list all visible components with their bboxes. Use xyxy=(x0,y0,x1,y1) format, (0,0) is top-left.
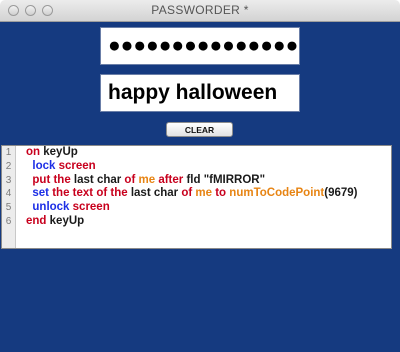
code-area[interactable]: on keyUp lock screen put the last char o… xyxy=(26,146,391,229)
line-number: 4 xyxy=(5,188,12,200)
line-number: 6 xyxy=(5,215,12,227)
line-number: 3 xyxy=(5,174,12,186)
code-token: me xyxy=(135,173,156,186)
code-token: screen xyxy=(55,159,96,172)
code-token: fld "fMIRROR" xyxy=(183,173,266,186)
code-token: to xyxy=(212,187,227,200)
line-number: 5 xyxy=(5,202,12,214)
code-token: of xyxy=(121,173,136,186)
code-token: text xyxy=(69,187,94,200)
code-token: of xyxy=(178,187,193,200)
code-token: screen xyxy=(69,201,110,214)
code-token: last char xyxy=(127,187,179,200)
code-line[interactable]: unlock screen xyxy=(26,201,391,215)
code-token: set xyxy=(26,187,50,200)
code-token: put xyxy=(26,173,51,186)
script-editor[interactable]: 1 2 3 4 56 on keyUp lock screen put the last… xyxy=(1,145,392,249)
code-token: the xyxy=(107,187,128,200)
code-token: numToCodePoint xyxy=(226,187,325,200)
window-title: PASSWORDER * xyxy=(151,3,249,17)
clear-button[interactable]: CLEAR xyxy=(166,122,233,137)
card-background: ●●●●●●●●●●●●●●● happy halloween CLEAR 1 2… xyxy=(0,22,400,352)
code-token: after xyxy=(155,173,184,186)
code-token: last char xyxy=(70,173,122,186)
code-token: unlock xyxy=(26,201,70,214)
code-token: on xyxy=(26,146,41,158)
password-field[interactable]: ●●●●●●●●●●●●●●● xyxy=(100,27,300,65)
mirror-field[interactable]: happy halloween xyxy=(100,74,300,112)
title-bar[interactable]: PASSWORDER * xyxy=(0,0,400,22)
line-number: 2 xyxy=(5,160,12,172)
code-token: of xyxy=(93,187,108,200)
code-token: lock xyxy=(26,159,56,172)
code-line[interactable]: put the last char of me after fld "fMIRR… xyxy=(26,174,391,188)
code-token: (9679) xyxy=(324,187,358,200)
code-token: me xyxy=(192,187,213,200)
line-number-gutter: 1 2 3 4 56 xyxy=(2,146,16,248)
code-line[interactable]: end keyUp xyxy=(26,215,391,229)
app-window: PASSWORDER * ●●●●●●●●●●●●●●● happy hallo… xyxy=(0,0,400,352)
code-line[interactable]: on keyUp xyxy=(26,146,391,160)
code-line[interactable]: set the text of the last char of me to n… xyxy=(26,187,391,201)
code-token: keyUp xyxy=(40,146,78,158)
code-token: the xyxy=(49,187,70,200)
code-token: keyUp xyxy=(46,214,85,227)
code-token: the xyxy=(50,173,71,186)
code-line[interactable]: lock screen xyxy=(26,160,391,174)
line-number: 1 xyxy=(5,147,12,158)
code-token: end xyxy=(26,214,47,227)
